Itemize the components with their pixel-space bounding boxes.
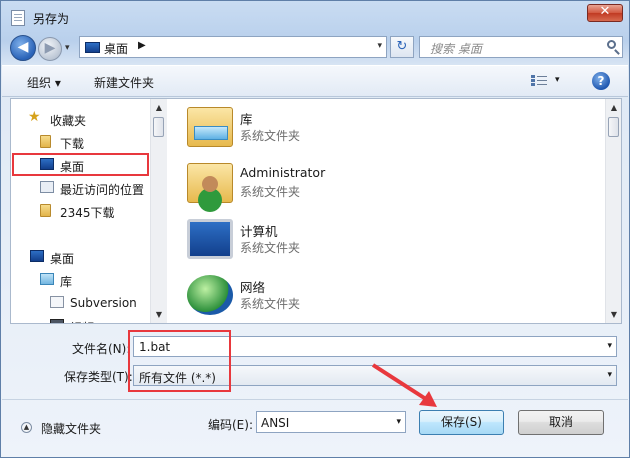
sidebar-item-libraries[interactable]: 库 [11, 269, 151, 291]
file-type: 系统文件夹 [240, 297, 301, 311]
refresh-button[interactable]: ↻ [390, 36, 414, 58]
scroll-down-icon[interactable]: ▼ [151, 306, 167, 323]
address-bar[interactable]: 桌面 ▶ ▾ [79, 36, 387, 58]
close-icon: ✕ [599, 4, 611, 19]
view-dropdown-icon[interactable]: ▾ [555, 75, 560, 85]
document-library-icon [50, 296, 64, 308]
organize-menu[interactable]: 组织 ▾ [27, 74, 61, 91]
sidebar-item-label: 2345下载 [60, 206, 115, 220]
sidebar-item-subversion[interactable]: Subversion [11, 292, 151, 314]
computer-icon [187, 219, 233, 259]
sidebar-item-label: Subversion [70, 296, 137, 310]
file-type: 系统文件夹 [240, 129, 301, 143]
filename-dropdown-icon[interactable]: ▾ [607, 341, 612, 351]
desktop-highlight-box [12, 153, 149, 176]
chevron-up-icon: ▲ [21, 422, 32, 433]
file-name: 网络 [240, 280, 266, 295]
video-library-icon [50, 319, 64, 323]
back-arrow-icon: ◀ [17, 39, 29, 55]
forward-button[interactable]: ▶ [38, 37, 62, 61]
search-placeholder[interactable]: 搜索 桌面 [430, 40, 482, 57]
help-icon[interactable]: ? [592, 72, 610, 90]
recent-places-icon [40, 181, 54, 193]
sidebar-item-label: 收藏夹 [50, 114, 87, 128]
desktop-icon [85, 42, 100, 53]
scroll-up-icon[interactable]: ▲ [606, 99, 621, 116]
address-path[interactable]: 桌面 [104, 40, 128, 57]
notepad-icon [11, 10, 25, 26]
sidebar-item-label: 库 [60, 275, 73, 289]
star-icon: ★ [28, 109, 41, 125]
search-icon[interactable] [607, 40, 616, 49]
sidebar-item-label: 下载 [60, 137, 85, 151]
file-list-scrollbar[interactable]: ▲ ▼ [605, 99, 621, 323]
file-type: 系统文件夹 [240, 241, 301, 255]
library-folder-icon [187, 107, 233, 147]
network-icon [187, 275, 233, 315]
scroll-down-icon[interactable]: ▼ [606, 306, 621, 323]
navigation-pane: ★ 收藏夹 下载 桌面 最近访问的位置 2345下载 桌面 库 Subversi… [11, 99, 167, 323]
filename-label: 文件名(N): [72, 342, 131, 356]
file-name: 计算机 [240, 224, 278, 239]
save-as-dialog: 另存为 ✕ ◀ ▶ ▾ 桌面 ▶ ▾ ↻ 搜索 桌面 组织 ▾ 新建文件夹 ▾ … [0, 0, 630, 458]
encoding-value[interactable]: ANSI [261, 416, 289, 430]
folder-icon [40, 135, 51, 148]
file-list: 库 系统文件夹 Administrator 系统文件夹 计算机 系统文件夹 网络… [183, 99, 605, 323]
address-dropdown-icon[interactable]: ▾ [377, 41, 382, 51]
encoding-dropdown-icon[interactable]: ▾ [396, 417, 401, 427]
scroll-thumb[interactable] [608, 117, 619, 137]
forward-arrow-icon: ▶ [44, 40, 56, 56]
new-folder-button[interactable]: 新建文件夹 [94, 74, 154, 91]
divider [2, 399, 628, 400]
sidebar-item-recent-places[interactable]: 最近访问的位置 [11, 177, 151, 199]
sidebar-item-favorites[interactable]: ★ 收藏夹 [11, 108, 151, 130]
file-name: Administrator [240, 165, 326, 180]
back-button[interactable]: ◀ [10, 35, 36, 61]
list-item[interactable]: 网络 系统文件夹 [183, 271, 583, 323]
folder-icon [40, 204, 51, 217]
file-type: 系统文件夹 [240, 185, 301, 199]
sidebar-item-label: 桌面 [50, 252, 75, 266]
encoding-select[interactable]: ANSI ▾ [256, 411, 406, 433]
file-name: 库 [240, 112, 253, 127]
sidebar-item-desktop-root[interactable]: 桌面 [11, 246, 151, 268]
sidebar-item-2345-downloads[interactable]: 2345下载 [11, 200, 151, 222]
desktop-icon [30, 250, 44, 262]
filetype-dropdown-icon[interactable]: ▾ [607, 370, 612, 380]
history-dropdown-icon[interactable]: ▾ [65, 43, 70, 53]
list-item[interactable]: 计算机 系统文件夹 [183, 215, 583, 267]
breadcrumb-chevron-icon[interactable]: ▶ [138, 40, 146, 51]
user-folder-icon [187, 163, 233, 203]
close-button[interactable]: ✕ [587, 4, 623, 22]
command-toolbar: 组织 ▾ 新建文件夹 ▾ ? [2, 65, 628, 97]
refresh-icon: ↻ [396, 39, 408, 54]
sidebar-item-videos[interactable]: 视频 [11, 315, 151, 323]
sidebar-item-label: 最近访问的位置 [60, 183, 145, 197]
sidebar-item-downloads[interactable]: 下载 [11, 131, 151, 153]
search-box[interactable]: 搜索 桌面 [419, 36, 623, 58]
navigation-bar: ◀ ▶ ▾ 桌面 ▶ ▾ ↻ 搜索 桌面 [1, 35, 629, 61]
view-options-icon[interactable] [531, 75, 547, 87]
save-button[interactable]: 保存(S) [419, 410, 504, 435]
list-item[interactable]: Administrator 系统文件夹 [183, 159, 583, 211]
filetype-label: 保存类型(T): [64, 370, 133, 384]
hide-folders-label: 隐藏文件夹 [41, 422, 102, 436]
cancel-button[interactable]: 取消 [518, 410, 604, 435]
sidebar-item-label: 视频 [70, 319, 94, 323]
encoding-label: 编码(E): [208, 418, 253, 432]
library-icon [40, 273, 54, 285]
filename-type-highlight-box [128, 330, 231, 392]
browser-area: ★ 收藏夹 下载 桌面 最近访问的位置 2345下载 桌面 库 Subversi… [10, 98, 622, 324]
scroll-thumb[interactable] [153, 117, 164, 137]
scroll-up-icon[interactable]: ▲ [151, 99, 167, 116]
window-title: 另存为 [33, 12, 70, 26]
title-bar: 另存为 ✕ [1, 1, 629, 35]
navigation-pane-scrollbar[interactable]: ▲ ▼ [150, 99, 167, 323]
list-item[interactable]: 库 系统文件夹 [183, 103, 583, 155]
